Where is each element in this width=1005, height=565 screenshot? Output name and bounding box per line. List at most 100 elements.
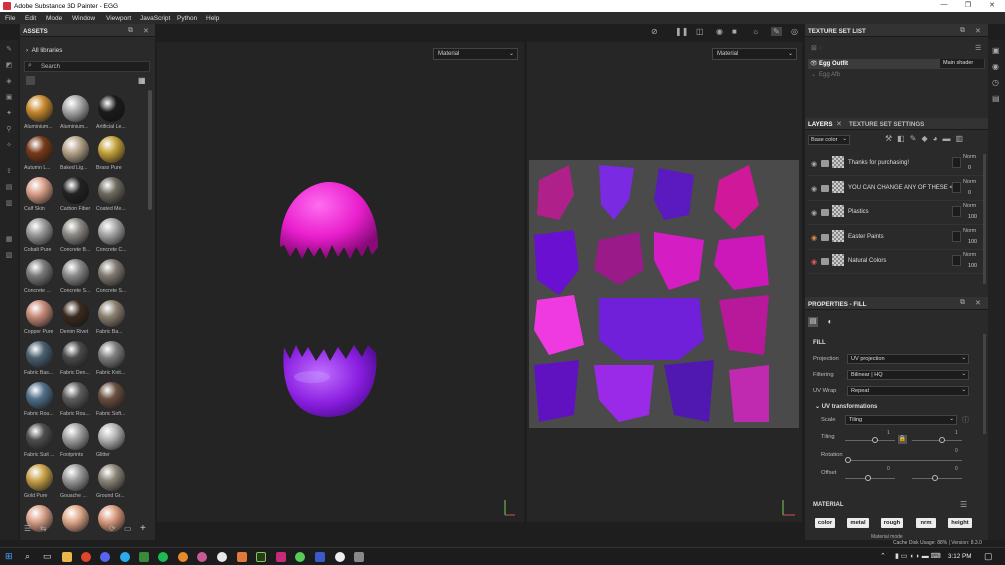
rotation-knob[interactable] bbox=[845, 457, 851, 463]
layer-mask-slot[interactable] bbox=[952, 230, 961, 242]
clone-icon[interactable]: ⚲ bbox=[4, 126, 14, 134]
material-thumbnail[interactable]: Ground Gr... bbox=[96, 464, 126, 504]
tiling-u-knob[interactable] bbox=[872, 437, 878, 443]
add-paint-layer-icon[interactable]: ✎ bbox=[910, 134, 922, 143]
material-thumbnail[interactable]: Fabric Knit... bbox=[96, 341, 126, 381]
folder-icon[interactable]: ▭ bbox=[124, 524, 132, 533]
tsl-toolbar-icon[interactable]: ⊠ ◌ bbox=[811, 44, 823, 52]
material-thumbnail[interactable]: Brass Pure bbox=[96, 136, 126, 176]
fill-props-tab-icon[interactable]: ▤ bbox=[808, 317, 818, 327]
tab-layers[interactable]: LAYERS bbox=[808, 121, 833, 128]
minimize-icon[interactable]: — bbox=[934, 1, 954, 11]
material-thumbnail[interactable]: Aluminium... bbox=[24, 95, 54, 135]
brave-icon[interactable] bbox=[81, 552, 91, 562]
app-white-icon[interactable] bbox=[217, 552, 227, 562]
camera-icon[interactable]: ■ bbox=[732, 27, 737, 36]
material-thumbnail[interactable]: Autumn L... bbox=[24, 136, 54, 176]
material-thumbnail[interactable]: Concrete B... bbox=[60, 218, 90, 258]
close-icon[interactable]: ✕ bbox=[982, 1, 1002, 11]
app-orange-icon[interactable] bbox=[178, 552, 188, 562]
add-smart-material-icon[interactable]: ◕ bbox=[933, 134, 943, 143]
material-thumbnail[interactable]: Copper Pure bbox=[24, 300, 54, 340]
blend-mode[interactable]: Norm bbox=[963, 228, 976, 234]
layer-opacity[interactable]: 100 bbox=[968, 214, 977, 220]
material-thumbnail[interactable] bbox=[60, 505, 90, 545]
material-thumbnail[interactable]: Gouache ... bbox=[60, 464, 90, 504]
maximize-icon[interactable]: ❐ bbox=[958, 1, 978, 11]
material-thumbnail[interactable]: Fabric Ba... bbox=[96, 300, 126, 340]
layer-opacity[interactable]: 100 bbox=[968, 263, 977, 269]
library-icon[interactable]: ▧ bbox=[4, 252, 14, 260]
undock-icon[interactable]: ⧉ bbox=[960, 27, 965, 35]
viewport-3d[interactable]: Material ⌄ bbox=[157, 42, 524, 522]
channel-chip-height[interactable]: height bbox=[948, 518, 972, 528]
blend-mode[interactable]: Norm bbox=[963, 179, 976, 185]
texture-set-row[interactable]: 👁 Egg Outfit Main shader bbox=[808, 59, 985, 69]
chevron-down-icon[interactable]: ⌄ bbox=[811, 71, 816, 78]
material-thumbnail[interactable]: Glitter bbox=[96, 423, 126, 463]
app-blue-icon[interactable] bbox=[315, 552, 325, 562]
filtering-dropdown[interactable]: Bilinear | HQ ⌄ bbox=[847, 370, 969, 380]
menu-python[interactable]: Python bbox=[177, 15, 197, 22]
material-thumbnail[interactable]: Concrete S... bbox=[96, 259, 126, 299]
add-icon[interactable]: + bbox=[140, 523, 146, 534]
offset-v-knob[interactable] bbox=[932, 475, 938, 481]
file-explorer-icon[interactable] bbox=[62, 552, 72, 562]
add-mask-icon[interactable]: ◧ bbox=[897, 134, 910, 143]
smudge-icon[interactable]: ✦ bbox=[4, 110, 14, 118]
material-thumbnail[interactable]: Fabric Suit ... bbox=[24, 423, 55, 463]
checklist-icon[interactable] bbox=[139, 552, 149, 562]
tab-texture-set-settings[interactable]: TEXTURE SET SETTINGS bbox=[849, 121, 924, 128]
eraser-icon[interactable]: ◩ bbox=[4, 62, 14, 70]
projection-icon[interactable]: ◈ bbox=[4, 78, 14, 86]
material-thumbnail[interactable]: Denim Rivet bbox=[60, 300, 90, 340]
scale-dropdown[interactable]: Tiling ⌄ bbox=[845, 415, 957, 425]
layer-row[interactable]: ◉ YOU CAN CHANGE ANY OF THESE <3 Norm 0 bbox=[808, 177, 985, 201]
viewport-3d-mode-dropdown[interactable]: Material ⌄ bbox=[433, 48, 518, 60]
layers-scrollbar[interactable] bbox=[983, 154, 986, 284]
tsl-menu-icon[interactable]: ☰ bbox=[975, 44, 981, 52]
material-thumbnail[interactable]: Fabric Bas... bbox=[24, 341, 54, 381]
eye-icon[interactable]: ◉ bbox=[811, 234, 817, 242]
unity-icon[interactable] bbox=[335, 552, 345, 562]
properties-scrollbar[interactable] bbox=[983, 334, 986, 434]
notification-icon[interactable]: ▢ bbox=[984, 551, 993, 562]
layer-row[interactable]: ◉ Plastics Norm 100 bbox=[808, 201, 985, 225]
app-magenta-icon[interactable] bbox=[276, 552, 286, 562]
shader-settings-icon[interactable]: ◉ bbox=[992, 62, 999, 71]
channel-dropdown[interactable]: Base color ⌄ bbox=[808, 135, 850, 145]
layer-mask-slot[interactable] bbox=[952, 181, 961, 193]
material-menu-icon[interactable]: ☰ bbox=[960, 500, 967, 509]
paint-brush-icon[interactable]: ✎ bbox=[4, 46, 14, 54]
delete-layer-icon[interactable]: ▥ bbox=[955, 134, 968, 143]
layer-row[interactable]: ◉ Thanks for purchasing! Norm 0 bbox=[808, 152, 985, 176]
material-props-tab-icon[interactable]: ◐ bbox=[825, 317, 835, 327]
history-icon[interactable]: ◷ bbox=[992, 78, 999, 87]
windows-start-icon[interactable]: ⊞ bbox=[5, 551, 13, 562]
menu-help[interactable]: Help bbox=[206, 15, 219, 22]
channel-chip-metal[interactable]: metal bbox=[847, 518, 869, 528]
close-assets-icon[interactable]: ✕ bbox=[143, 27, 149, 35]
layer-mask-slot[interactable] bbox=[952, 255, 961, 266]
menu-javascript[interactable]: JavaScript bbox=[140, 15, 170, 22]
list-view-icon[interactable]: ☰ bbox=[24, 524, 31, 533]
screenshot-icon[interactable]: ◎ bbox=[791, 27, 798, 36]
close-layers-tab-icon[interactable]: ✕ bbox=[836, 120, 842, 128]
discord-icon[interactable] bbox=[100, 552, 110, 562]
substance-painter-icon[interactable] bbox=[256, 552, 266, 562]
layer-mask-slot[interactable] bbox=[952, 157, 961, 168]
channel-chip-nrm[interactable]: nrm bbox=[916, 518, 936, 528]
material-thumbnail[interactable]: Concrete ... bbox=[24, 259, 54, 299]
search-box[interactable]: ⌕ Search bbox=[24, 61, 150, 72]
viewport-2d-mode-dropdown[interactable]: Material ⌄ bbox=[712, 48, 797, 60]
add-fill-layer-icon[interactable]: ◆ bbox=[921, 134, 932, 143]
material-thumbnail[interactable]: Baked Lig... bbox=[60, 136, 90, 176]
add-effect-icon[interactable]: ⚒ bbox=[885, 134, 897, 143]
add-folder-icon[interactable]: ▬ bbox=[942, 134, 955, 143]
material-thumbnail[interactable]: Footprints bbox=[60, 423, 90, 463]
layer-opacity[interactable]: 0 bbox=[968, 165, 971, 171]
close-tsl-icon[interactable]: ✕ bbox=[975, 27, 981, 35]
layer-row[interactable]: ◉ Easter Paints Norm 100 bbox=[808, 226, 985, 250]
lighting-icon[interactable]: ☼ bbox=[752, 27, 759, 36]
tiling-v-knob[interactable] bbox=[939, 437, 945, 443]
